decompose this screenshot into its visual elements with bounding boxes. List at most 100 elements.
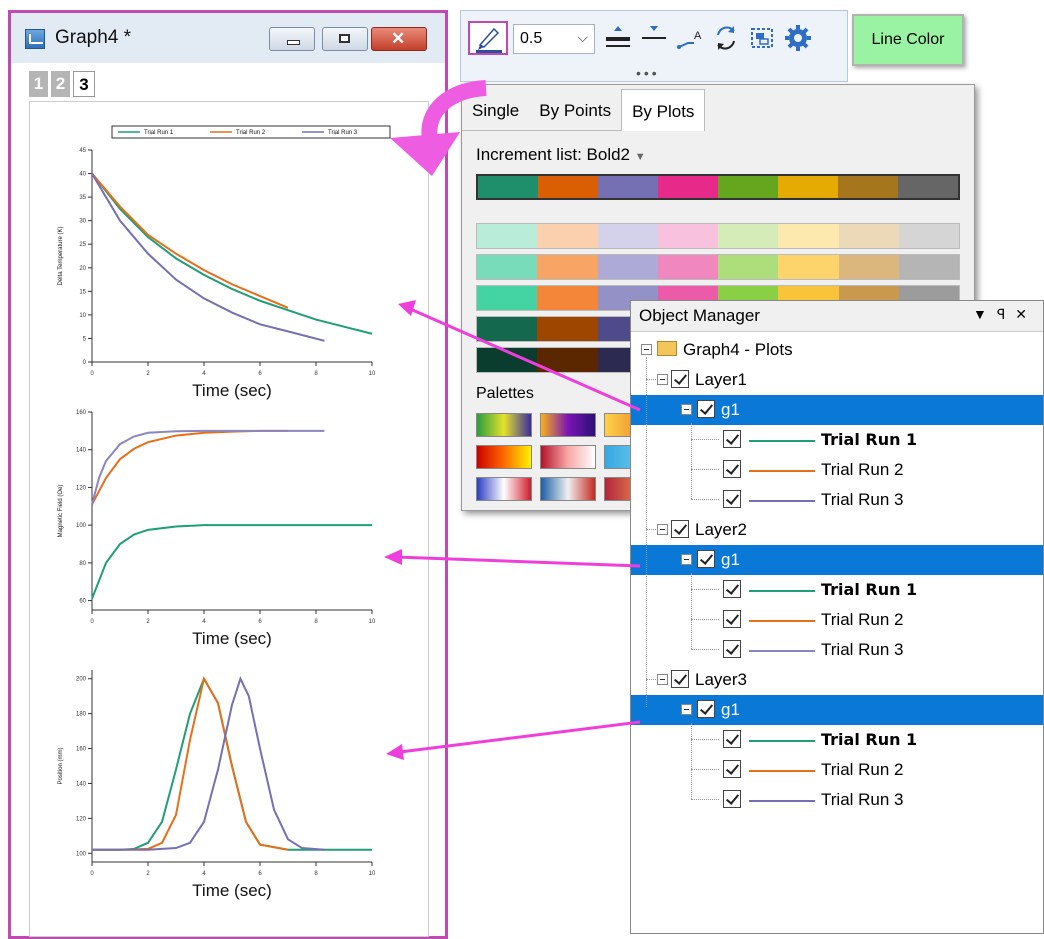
color-swatch	[838, 224, 899, 248]
increment-shade-row[interactable]	[476, 254, 960, 280]
collapse-icon[interactable]	[657, 524, 668, 535]
tree-guide-line	[691, 649, 719, 650]
tree-root-label: Graph4 - Plots	[683, 340, 793, 359]
increment-list-label[interactable]: Increment list: Bold2 ▼	[476, 145, 646, 165]
pen-color-button[interactable]	[468, 21, 508, 55]
settings-icon[interactable]	[784, 23, 812, 53]
tree-layer-row[interactable]: Layer2	[631, 515, 1043, 545]
plot-line-sample	[749, 590, 815, 592]
tree-plot-row[interactable]: Trial Run 2	[631, 755, 1043, 785]
folder-icon	[657, 341, 677, 356]
minimize-button[interactable]	[269, 27, 315, 51]
close-button[interactable]	[371, 27, 427, 51]
collapse-icon[interactable]	[641, 344, 652, 355]
line-thicker-icon[interactable]	[604, 23, 632, 53]
plot-line-sample	[749, 740, 815, 742]
tab-by-plots[interactable]: By Plots	[621, 89, 706, 131]
layer-checkbox[interactable]	[671, 520, 689, 538]
palette-swatch[interactable]	[476, 413, 532, 437]
legend-label: Trial Run 1	[144, 130, 174, 136]
swap-icon[interactable]	[712, 23, 740, 53]
maximize-button[interactable]	[322, 27, 368, 51]
graph-window[interactable]: Graph4 * 1 2 3 0246810051015202530354045…	[8, 10, 448, 939]
line-color-button[interactable]: Line Color	[852, 14, 964, 66]
tree-guide-line	[691, 769, 719, 770]
tree-plot-row[interactable]: Trial Run 2	[631, 605, 1043, 635]
layer-label: Layer1	[695, 370, 747, 389]
tree-root[interactable]: Graph4 - Plots	[631, 335, 1043, 365]
group-checkbox[interactable]	[697, 550, 715, 568]
legend-label: Trial Run 3	[328, 130, 358, 136]
tab-by-points[interactable]: By Points	[529, 89, 622, 131]
plot-label: Trial Run 1	[821, 580, 918, 599]
tree-group-row[interactable]: g1	[631, 395, 1043, 425]
graph-titlebar[interactable]: Graph4 *	[11, 13, 445, 63]
plot-checkbox[interactable]	[723, 610, 741, 628]
palette-swatch[interactable]	[540, 445, 596, 469]
layer-tab-1[interactable]: 1	[29, 71, 48, 97]
selected-increment-list[interactable]	[476, 174, 960, 200]
tree-plot-row[interactable]: Trial Run 1	[631, 575, 1043, 605]
group-icon[interactable]	[748, 23, 776, 53]
chart-3: 0 2 4 6 8 10 100 120 140 160 180 200 Time (sec) Posit…	[58, 670, 376, 900]
y-tick-label: 100	[76, 523, 87, 529]
tree-plot-row[interactable]: Trial Run 2	[631, 455, 1043, 485]
collapse-icon[interactable]	[657, 674, 668, 685]
color-swatch	[898, 176, 958, 198]
group-checkbox[interactable]	[697, 400, 715, 418]
layer-checkbox[interactable]	[671, 670, 689, 688]
palette-swatch[interactable]	[476, 445, 532, 469]
collapse-icon[interactable]	[681, 404, 692, 415]
increment-shade-row[interactable]	[476, 223, 960, 249]
tree-plot-row[interactable]: Trial Run 3	[631, 485, 1043, 515]
plot-checkbox[interactable]	[723, 790, 741, 808]
tree-plot-row[interactable]: Trial Run 1	[631, 725, 1043, 755]
collapse-icon[interactable]	[681, 704, 692, 715]
layer-checkbox[interactable]	[671, 370, 689, 388]
x-axis-label: Time (sec)	[192, 881, 272, 900]
line-thinner-icon[interactable]	[640, 23, 668, 53]
line-thickness-combo[interactable]: 0.5 ⌵	[513, 24, 595, 54]
plot-checkbox[interactable]	[723, 490, 741, 508]
layer-tab-2[interactable]: 2	[51, 71, 70, 97]
palette-swatch[interactable]	[540, 413, 596, 437]
toolbar-more-dots[interactable]: •••	[636, 65, 660, 81]
y-tick-label: 140	[76, 448, 87, 454]
tree-group-row[interactable]: g1	[631, 545, 1043, 575]
tree-layer-row[interactable]: Layer3	[631, 665, 1043, 695]
palette-swatch[interactable]	[476, 477, 532, 501]
color-swatch	[718, 176, 778, 198]
tree-plot-row[interactable]: Trial Run 1	[631, 425, 1043, 455]
tree-group-row[interactable]: g1	[631, 695, 1043, 725]
color-swatch	[598, 176, 658, 198]
plot-checkbox[interactable]	[723, 760, 741, 778]
tree-plot-row[interactable]: Trial Run 3	[631, 635, 1043, 665]
tree-plot-row[interactable]: Trial Run 3	[631, 785, 1043, 815]
tree-guide-line	[691, 439, 719, 440]
object-manager-header: Object Manager ▼ꟼ✕	[631, 301, 1043, 332]
palette-swatch[interactable]	[540, 477, 596, 501]
graph-page[interactable]: 0 2 4 6 8 10 0 5 10 15 20 25 30 35 40 45 Time (sec) Delta…	[29, 101, 429, 937]
plot-checkbox[interactable]	[723, 730, 741, 748]
plot-checkbox[interactable]	[723, 460, 741, 478]
plot-checkbox[interactable]	[723, 640, 741, 658]
x-axis-label: Time (sec)	[192, 381, 272, 400]
color-swatch	[657, 255, 718, 279]
y-tick-label: 25	[79, 242, 86, 248]
line-label-icon[interactable]: A	[676, 23, 704, 53]
close-icon[interactable]: ✕	[1015, 306, 1037, 322]
color-swatch	[838, 255, 899, 279]
plot-checkbox[interactable]	[723, 580, 741, 598]
collapse-icon[interactable]	[681, 554, 692, 565]
plot-checkbox[interactable]	[723, 430, 741, 448]
dropdown-icon[interactable]: ▼	[973, 306, 997, 322]
collapse-icon[interactable]	[657, 374, 668, 385]
tab-single[interactable]: Single	[462, 89, 530, 131]
tree-layer-row[interactable]: Layer1	[631, 365, 1043, 395]
group-checkbox[interactable]	[697, 700, 715, 718]
layer-tab-3[interactable]: 3	[73, 71, 95, 97]
x-tick-label: 0	[90, 871, 94, 877]
plot-line-sample	[749, 500, 815, 502]
pin-icon[interactable]: ꟼ	[997, 306, 1015, 322]
y-tick-label: 200	[76, 677, 87, 683]
